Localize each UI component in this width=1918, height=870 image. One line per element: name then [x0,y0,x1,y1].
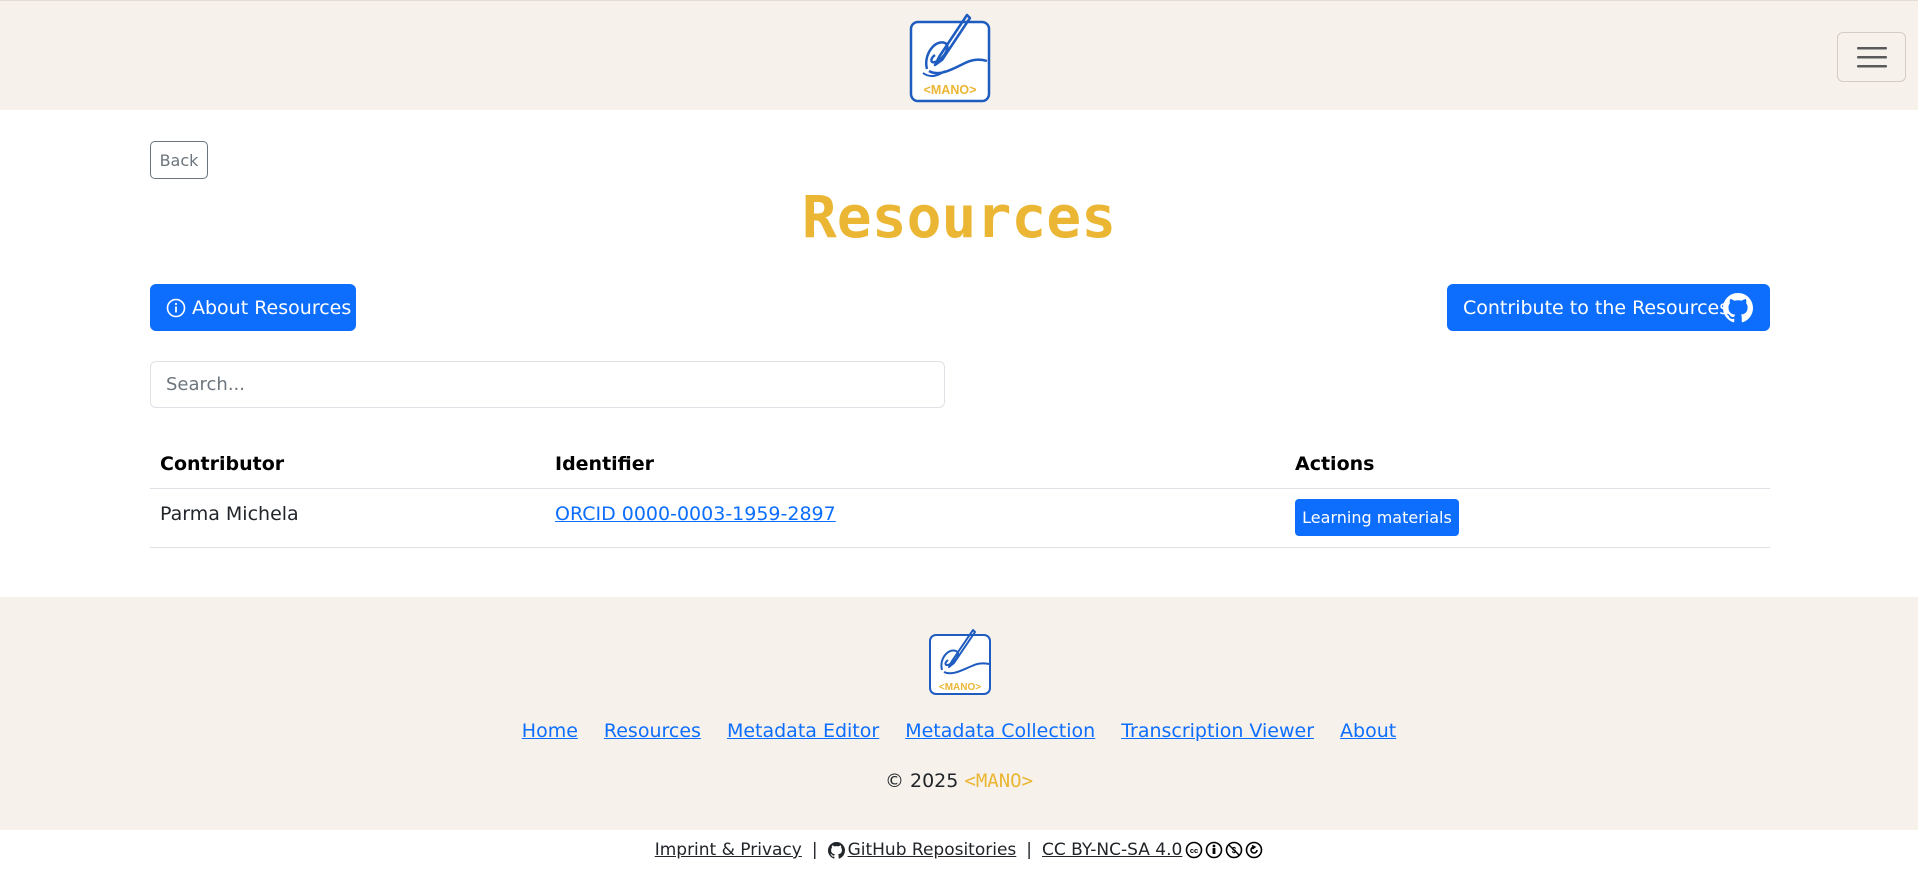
github-icon [1723,293,1753,323]
copyright: © 2025 <MANO> [0,770,1918,792]
license-label: CC BY-NC-SA 4.0 [1042,840,1183,860]
footer-link-resources[interactable]: Resources [604,720,701,742]
separator: | [811,840,818,860]
contributor-cell: Parma Michela [160,503,299,525]
back-button[interactable]: Back [150,141,208,179]
license-link[interactable]: CC BY-NC-SA 4.0 cc $ [1042,840,1263,860]
bottom-bar: Imprint & Privacy | GitHub Repositories … [0,830,1918,870]
logo-text: <MANO> [924,83,977,97]
github-repos-label: GitHub Repositories [847,840,1017,860]
orcid-link[interactable]: ORCID 0000-0003-1959-2897 [555,503,836,525]
footer-nav: Home Resources Metadata Editor Metadata … [0,720,1918,742]
info-circle-icon [166,298,186,317]
about-resources-button[interactable]: About Resources [150,284,356,331]
navbar: <MANO> [0,0,1918,110]
mano-logo-icon[interactable]: <MANO> [909,13,991,103]
footer-logo-text: <MANO> [939,682,981,693]
identifier-cell: ORCID 0000-0003-1959-2897 [555,503,836,525]
footer-mano-logo-icon[interactable]: <MANO> [928,628,992,696]
footer-link-metadata-collection[interactable]: Metadata Collection [905,720,1095,742]
hamburger-icon [1856,47,1887,68]
imprint-link[interactable]: Imprint & Privacy [655,840,802,860]
header-actions: Actions [1295,453,1375,475]
copyright-brand: <MANO> [964,770,1034,792]
footer-link-metadata-editor[interactable]: Metadata Editor [727,720,879,742]
navbar-toggle-button[interactable] [1837,32,1906,82]
cc-icon: cc [1185,841,1203,859]
contribute-label: Contribute to the Resources [1463,296,1730,319]
table-header-row: Contributor Identifier Actions [150,440,1770,489]
cc-by-icon [1205,841,1223,859]
github-icon [827,841,845,859]
page-title: Resources [801,183,1117,251]
learning-materials-button[interactable]: Learning materials [1295,499,1459,536]
svg-text:cc: cc [1190,846,1198,855]
footer-link-transcription-viewer[interactable]: Transcription Viewer [1121,720,1314,742]
cc-nc-icon: $ [1225,841,1243,859]
header-identifier: Identifier [555,453,655,475]
footer: <MANO> Home Resources Metadata Editor Me… [0,597,1918,830]
table-row: Parma Michela ORCID 0000-0003-1959-2897 … [150,489,1770,548]
separator: | [1026,840,1033,860]
github-repos-link[interactable]: GitHub Repositories [827,840,1017,860]
resources-table: Contributor Identifier Actions Parma Mic… [150,440,1770,548]
footer-link-about[interactable]: About [1340,720,1396,742]
copyright-prefix: © 2025 [884,770,959,792]
search-input[interactable] [150,361,945,408]
footer-link-home[interactable]: Home [522,720,578,742]
about-resources-label: About Resources [192,296,352,319]
contribute-button[interactable]: Contribute to the Resources [1447,284,1770,331]
header-contributor: Contributor [160,453,285,475]
cc-license-icons: cc $ [1185,841,1263,859]
cc-sa-icon [1245,841,1263,859]
